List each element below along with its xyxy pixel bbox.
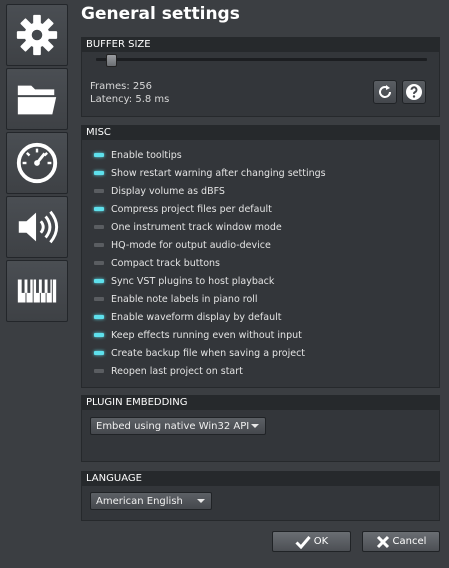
- misc-option[interactable]: Reopen last project on start: [94, 362, 326, 380]
- misc-option-label: Compress project files per default: [111, 203, 272, 215]
- misc-options-list: Enable tooltips Show restart warning afte…: [94, 146, 326, 380]
- frames-label: Frames: 256: [90, 81, 153, 92]
- page-title: General settings: [81, 4, 240, 24]
- misc-option[interactable]: Compress project files per default: [94, 200, 326, 218]
- folder-icon: [17, 85, 57, 115]
- misc-header: MISC: [82, 126, 439, 140]
- misc-option-label: Create backup file when saving a project: [111, 347, 306, 359]
- led-checkbox-indicator[interactable]: [94, 315, 104, 319]
- keyboard-icon: [17, 279, 57, 303]
- help-icon: [406, 84, 422, 100]
- misc-option[interactable]: One instrument track window mode: [94, 218, 326, 236]
- plugin-embedding-select[interactable]: Embed using native Win32 API: [90, 417, 266, 435]
- misc-option-label: Compact track buttons: [111, 257, 220, 269]
- misc-option-label: Enable waveform display by default: [111, 311, 282, 323]
- led-checkbox-indicator[interactable]: [94, 207, 104, 211]
- misc-option[interactable]: Keep effects running even without input: [94, 326, 326, 344]
- ok-button[interactable]: OK: [272, 531, 351, 552]
- misc-option[interactable]: Compact track buttons: [94, 254, 326, 272]
- misc-option-label: HQ-mode for output audio-device: [111, 239, 271, 251]
- misc-option-label: Show restart warning after changing sett…: [111, 167, 326, 179]
- misc-option-label: Enable tooltips: [111, 149, 182, 161]
- sidebar-item-paths[interactable]: [6, 68, 68, 130]
- gear-icon: [16, 14, 58, 56]
- led-checkbox-indicator[interactable]: [94, 351, 104, 355]
- chevron-down-icon: [197, 499, 205, 503]
- checkmark-icon: [295, 535, 311, 549]
- buffer-size-slider-handle[interactable]: [105, 54, 117, 67]
- led-checkbox-indicator[interactable]: [94, 243, 104, 247]
- led-checkbox-indicator[interactable]: [94, 225, 104, 229]
- led-checkbox-indicator[interactable]: [94, 153, 104, 157]
- misc-group: MISC Enable tooltips Show restart warning…: [81, 125, 440, 388]
- plugin-embedding-header: PLUGIN EMBEDDING: [82, 396, 439, 410]
- misc-option[interactable]: Display volume as dBFS: [94, 182, 326, 200]
- cancel-button[interactable]: Cancel: [362, 531, 440, 552]
- help-button[interactable]: [402, 80, 426, 104]
- chevron-down-icon: [251, 424, 259, 428]
- buffer-size-group: BUFFER SIZE Frames: 256 Latency: 5.8 ms: [81, 37, 440, 117]
- buffer-size-header: BUFFER SIZE: [82, 38, 439, 52]
- led-checkbox-indicator[interactable]: [94, 279, 104, 283]
- misc-option[interactable]: Enable tooltips: [94, 146, 326, 164]
- sidebar-item-midi[interactable]: [6, 260, 68, 322]
- plugin-embedding-group: PLUGIN EMBEDDING Embed using native Win3…: [81, 395, 440, 462]
- language-select[interactable]: American English: [90, 492, 212, 510]
- sidebar-item-performance[interactable]: [6, 132, 68, 194]
- close-icon: [376, 535, 389, 548]
- ok-label: OK: [313, 536, 329, 547]
- misc-option-label: Reopen last project on start: [111, 365, 243, 377]
- misc-option[interactable]: Create backup file when saving a project: [94, 344, 326, 362]
- led-checkbox-indicator[interactable]: [94, 189, 104, 193]
- led-checkbox-indicator[interactable]: [94, 333, 104, 337]
- led-checkbox-indicator[interactable]: [94, 171, 104, 175]
- reset-buffer-button[interactable]: [373, 80, 397, 104]
- language-value: American English: [96, 495, 183, 507]
- refresh-icon: [379, 85, 391, 98]
- cancel-label: Cancel: [392, 536, 427, 547]
- language-header: LANGUAGE: [82, 472, 439, 486]
- misc-option-label: Enable note labels in piano roll: [111, 293, 258, 305]
- misc-option[interactable]: Show restart warning after changing sett…: [94, 164, 326, 182]
- misc-option-label: Keep effects running even without input: [111, 329, 302, 341]
- language-group: LANGUAGE American English: [81, 471, 440, 521]
- buffer-size-slider-track[interactable]: [96, 58, 427, 61]
- misc-option[interactable]: Enable waveform display by default: [94, 308, 326, 326]
- led-checkbox-indicator[interactable]: [94, 297, 104, 301]
- misc-option-label: Display volume as dBFS: [111, 185, 225, 197]
- plugin-embedding-value: Embed using native Win32 API: [96, 420, 250, 432]
- sidebar-item-audio[interactable]: [6, 196, 68, 258]
- misc-option-label: One instrument track window mode: [111, 221, 282, 233]
- misc-option-label: Sync VST plugins to host playback: [111, 275, 275, 287]
- sidebar-item-general[interactable]: [6, 4, 68, 66]
- misc-option[interactable]: HQ-mode for output audio-device: [94, 236, 326, 254]
- speaker-icon: [18, 210, 59, 244]
- led-checkbox-indicator[interactable]: [94, 261, 104, 265]
- misc-option[interactable]: Enable note labels in piano roll: [94, 290, 326, 308]
- led-checkbox-indicator[interactable]: [94, 369, 104, 373]
- sidebar: [6, 4, 72, 324]
- misc-option[interactable]: Sync VST plugins to host playback: [94, 272, 326, 290]
- gauge-icon: [16, 142, 58, 184]
- latency-label: Latency: 5.8 ms: [90, 94, 170, 105]
